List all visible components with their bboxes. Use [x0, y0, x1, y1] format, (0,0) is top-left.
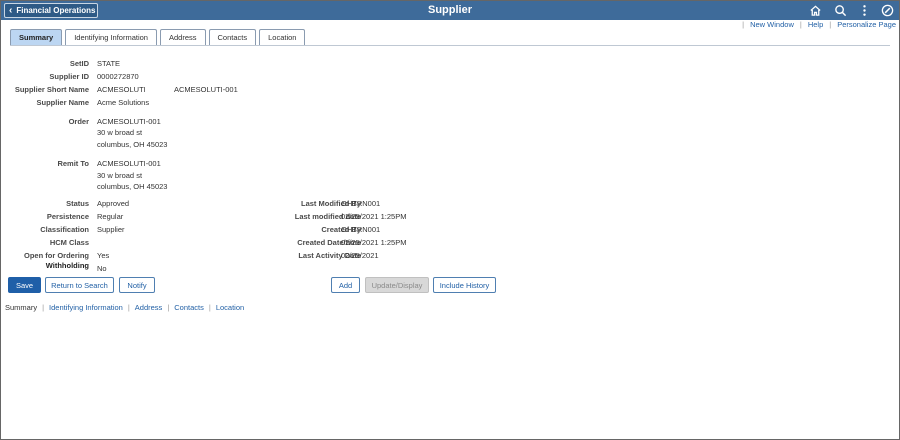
- separator: |: [742, 20, 745, 29]
- setid-value: STATE: [97, 59, 121, 68]
- created-datetime-value: 02/25/2021 1:25PM: [341, 238, 407, 247]
- chevron-left-icon: ‹: [9, 4, 13, 16]
- hcm-class-label: HCM Class: [49, 238, 89, 247]
- footer-link-identifying-information[interactable]: Identifying Information: [49, 303, 123, 312]
- tab-divider: [10, 45, 890, 46]
- notify-button[interactable]: Notify: [119, 277, 155, 293]
- order-label: Order: [68, 117, 89, 126]
- persistence-label: Persistence: [46, 212, 89, 221]
- include-history-button[interactable]: Include History: [433, 277, 496, 293]
- footer-link-location[interactable]: Location: [216, 303, 244, 312]
- back-button[interactable]: ‹ Financial Operations: [4, 3, 98, 18]
- page-frame: [0, 0, 900, 440]
- last-modified-date-value: 02/25/2021 1:25PM: [341, 212, 407, 221]
- supplier-name-label: Supplier Name: [36, 98, 89, 107]
- supplier-short-name-location: ACMESOLUTI-001: [174, 85, 238, 94]
- footer-link-summary: Summary: [5, 303, 38, 312]
- separator: |: [208, 303, 211, 312]
- tab-contacts[interactable]: Contacts: [208, 29, 257, 45]
- separator: |: [127, 303, 130, 312]
- header-banner: ‹ Financial Operations Supplier: [1, 1, 899, 20]
- supplier-short-name-label: Supplier Short Name: [14, 85, 89, 94]
- top-links: | New Window | Help | Personalize Page: [742, 20, 896, 29]
- help-link[interactable]: Help: [808, 20, 823, 29]
- status-value: Approved: [97, 199, 130, 208]
- remit-to-line-3: columbus, OH 45023: [97, 182, 168, 191]
- supplier-id-value: 0000272870: [97, 72, 139, 81]
- order-line-3: columbus, OH 45023: [97, 140, 168, 149]
- page-title: Supplier: [427, 4, 472, 16]
- more-vertical-icon[interactable]: [858, 4, 871, 17]
- home-icon[interactable]: [809, 4, 822, 17]
- separator: |: [42, 303, 45, 312]
- search-icon[interactable]: [834, 4, 847, 17]
- add-button[interactable]: Add: [331, 277, 360, 293]
- last-modified-by-value: OHTRN001: [341, 199, 381, 208]
- open-for-ordering-value: Yes: [97, 251, 110, 260]
- tab-bar: Summary Identifying Information Address …: [10, 29, 306, 45]
- withholding-label: Withholding: [45, 261, 89, 270]
- separator: |: [829, 20, 832, 29]
- classification-value: Supplier: [97, 225, 125, 234]
- setid-label: SetID: [69, 59, 89, 68]
- separator: |: [799, 20, 802, 29]
- personalize-page-link[interactable]: Personalize Page: [837, 20, 896, 29]
- footer-link-address[interactable]: Address: [135, 303, 163, 312]
- footer-link-contacts[interactable]: Contacts: [174, 303, 204, 312]
- tab-address[interactable]: Address: [159, 29, 206, 45]
- update-display-button[interactable]: Update/Display: [365, 277, 429, 293]
- remit-to-line-1: ACMESOLUTI-001: [97, 159, 161, 168]
- new-window-link[interactable]: New Window: [750, 20, 794, 29]
- save-button[interactable]: Save: [8, 277, 41, 293]
- separator: |: [167, 303, 170, 312]
- tab-location[interactable]: Location: [259, 29, 306, 45]
- return-to-search-button[interactable]: Return to Search: [45, 277, 114, 293]
- order-line-2: 30 w broad st: [97, 128, 143, 137]
- persistence-value: Regular: [97, 212, 124, 221]
- open-for-ordering-label: Open for Ordering: [23, 251, 89, 260]
- supplier-short-name-value: ACMESOLUTI: [97, 85, 146, 94]
- last-activity-date-value: 02/25/2021: [341, 251, 379, 260]
- navbar-compass-icon[interactable]: [881, 4, 894, 17]
- classification-label: Classification: [40, 225, 89, 234]
- supplier-name-value: Acme Solutions: [97, 98, 150, 107]
- tab-identifying-information[interactable]: Identifying Information: [65, 29, 157, 45]
- back-button-label: Financial Operations: [16, 6, 96, 15]
- tab-summary[interactable]: Summary: [10, 29, 63, 45]
- footer-tab-links: Summary | Identifying Information | Addr…: [5, 303, 244, 312]
- remit-to-line-2: 30 w broad st: [97, 171, 143, 180]
- order-line-1: ACMESOLUTI-001: [97, 117, 161, 126]
- remit-to-label: Remit To: [57, 159, 89, 168]
- status-label: Status: [66, 199, 89, 208]
- created-by-value: OHTRN001: [341, 225, 381, 234]
- withholding-value: No: [97, 264, 107, 273]
- supplier-id-label: Supplier ID: [49, 72, 89, 81]
